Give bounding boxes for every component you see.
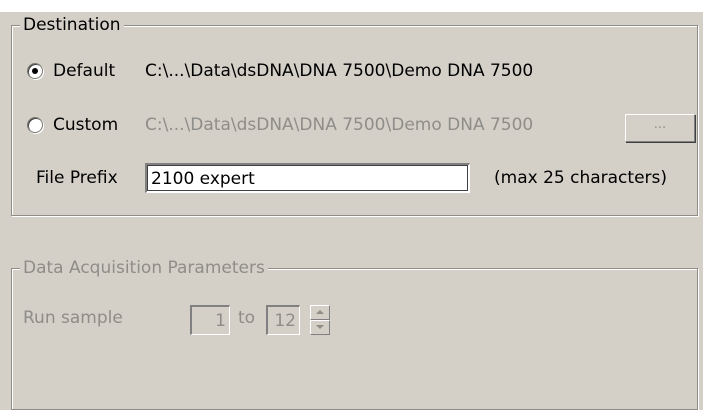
run-to-field[interactable]: 12: [266, 305, 300, 335]
run-sample-label: Run sample: [23, 308, 123, 328]
to-label: to: [238, 308, 256, 328]
file-prefix-input[interactable]: 2100 expert: [145, 163, 470, 193]
custom-radio[interactable]: [27, 117, 43, 133]
browse-button[interactable]: ...: [625, 114, 695, 142]
max-characters-note: (max 25 characters): [494, 168, 668, 188]
arrow-up-icon: [316, 310, 324, 314]
custom-path: C:\...\Data\dsDNA\DNA 7500\Demo DNA 7500: [145, 115, 534, 135]
spin-down-button[interactable]: [310, 320, 330, 335]
default-radio[interactable]: [27, 63, 43, 79]
default-radio-label[interactable]: Default: [53, 60, 115, 82]
custom-radio-label[interactable]: Custom: [53, 114, 118, 136]
radio-selected-dot: [32, 68, 38, 74]
run-from-field[interactable]: 1: [190, 305, 230, 335]
window-top-edge: [0, 0, 703, 12]
acquisition-group-title: Data Acquisition Parameters: [20, 257, 268, 279]
arrow-down-icon: [316, 325, 324, 329]
file-prefix-label: File Prefix: [36, 168, 118, 188]
destination-group-title: Destination: [20, 14, 124, 36]
acquisition-group: Data Acquisition Parameters: [11, 257, 698, 410]
run-to-spinner[interactable]: [310, 305, 330, 335]
spin-up-button[interactable]: [310, 305, 330, 320]
default-path: C:\...\Data\dsDNA\DNA 7500\Demo DNA 7500: [145, 61, 534, 81]
